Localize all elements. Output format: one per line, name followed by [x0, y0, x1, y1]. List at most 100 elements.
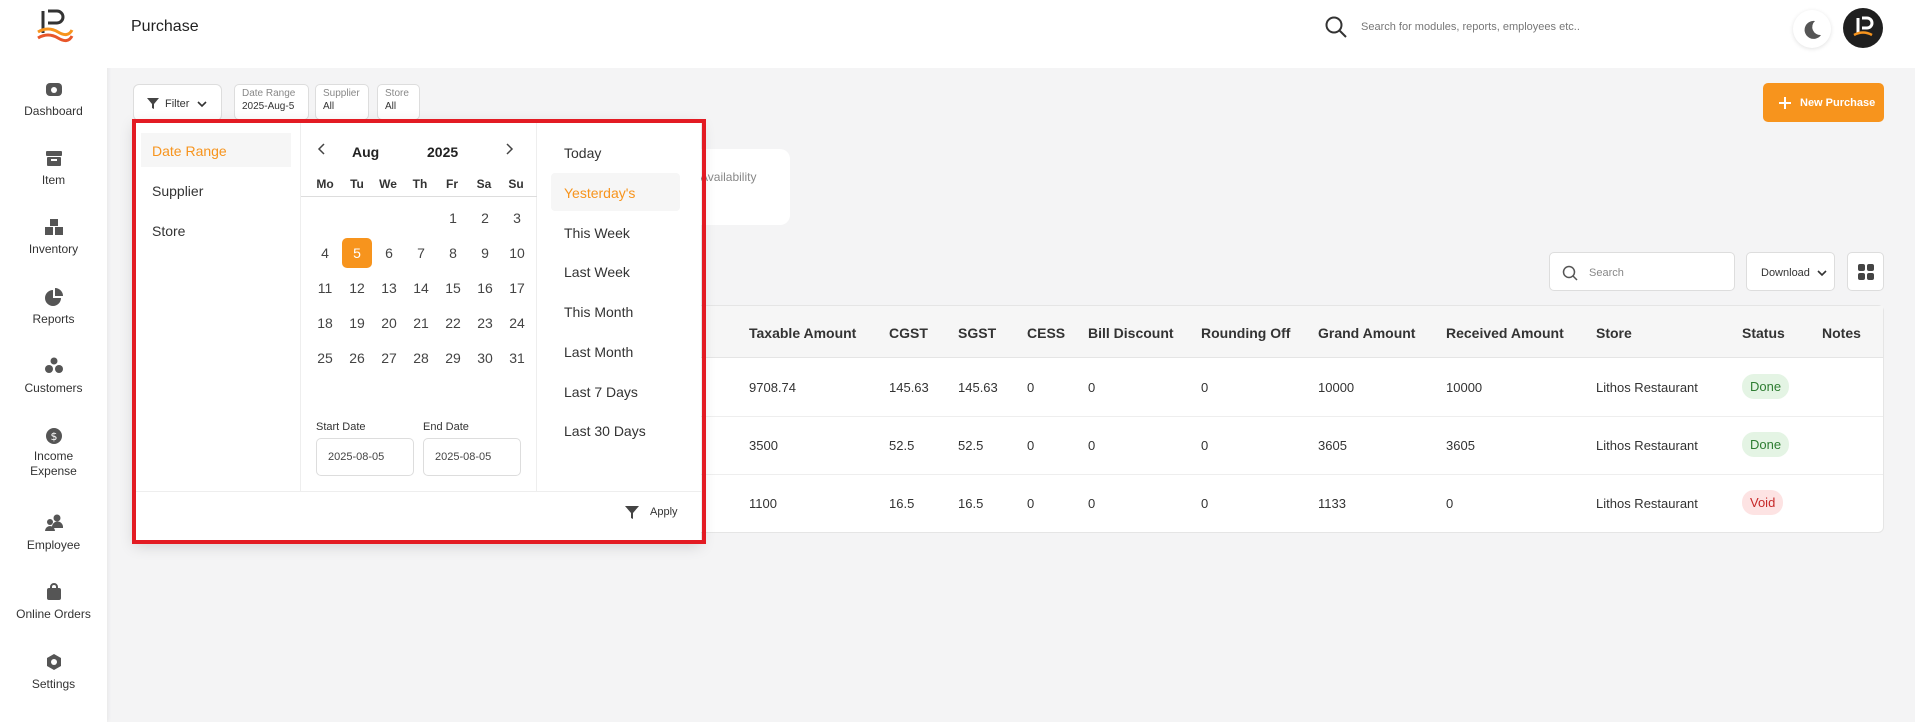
column-header: Notes — [1822, 325, 1861, 341]
preset-item[interactable]: Last Week — [551, 252, 680, 290]
cell-store: Lithos Restaurant — [1596, 438, 1698, 453]
cell-store: Lithos Restaurant — [1596, 496, 1698, 511]
sidebar-item-customers[interactable]: Customers — [0, 357, 107, 397]
cell-received: 10000 — [1446, 380, 1483, 395]
calendar-day[interactable]: 17 — [502, 273, 532, 303]
calendar-day[interactable]: 12 — [342, 273, 372, 303]
calendar-day[interactable]: 22 — [438, 308, 468, 338]
preset-item[interactable]: Today — [551, 133, 680, 171]
preset-item[interactable]: Last 30 Days — [551, 411, 680, 449]
sidebar-item-settings[interactable]: Settings — [0, 653, 107, 693]
cell-store: Lithos Restaurant — [1596, 380, 1698, 395]
category-store[interactable]: Store — [141, 213, 291, 247]
cell-received: 0 — [1446, 496, 1454, 511]
apply-label: Apply — [650, 506, 678, 518]
search-icon[interactable] — [1324, 15, 1348, 39]
preset-item[interactable]: This Week — [551, 213, 680, 251]
end-date-label: End Date — [423, 421, 469, 433]
end-date-input[interactable]: 2025-08-05 — [423, 438, 521, 476]
table-search-input[interactable]: Search — [1549, 252, 1735, 291]
calendar-day[interactable]: 10 — [502, 238, 532, 268]
avatar-logo-icon — [1853, 16, 1874, 37]
chevron-left-icon — [317, 143, 325, 155]
cell-taxable: 3500 — [749, 438, 778, 453]
calendar-day[interactable]: 20 — [374, 308, 404, 338]
chevron-right-icon — [506, 143, 514, 155]
calendar-day[interactable]: 14 — [406, 273, 436, 303]
sidebar-item-income-expense[interactable]: $ Income Expense — [0, 427, 107, 479]
sidebar-item-dashboard[interactable]: Dashboard — [0, 80, 107, 120]
svg-text:$: $ — [50, 430, 57, 443]
calendar-day[interactable]: 30 — [470, 343, 500, 373]
calendar-day[interactable]: 1 — [438, 203, 468, 233]
calendar-day[interactable]: 24 — [502, 308, 532, 338]
preset-item[interactable]: This Month — [551, 292, 680, 330]
calendar-day[interactable]: 31 — [502, 343, 532, 373]
calendar-month[interactable]: Aug — [352, 144, 379, 160]
calendar-day[interactable]: 16 — [470, 273, 500, 303]
sidebar-item-employee[interactable]: Employee — [0, 514, 107, 554]
chip-store[interactable]: Store All — [377, 84, 420, 120]
calendar-day[interactable]: 29 — [438, 343, 468, 373]
gear-icon — [46, 654, 61, 670]
chip-supplier[interactable]: Supplier All — [315, 84, 369, 120]
avatar[interactable] — [1843, 8, 1883, 48]
chip-date-range[interactable]: Date Range 2025-Aug-5 — [234, 84, 309, 120]
grid-icon — [1858, 264, 1874, 280]
global-search-input[interactable]: Search for modules, reports, employees e… — [1361, 21, 1580, 33]
calendar-year[interactable]: 2025 — [427, 144, 458, 160]
calendar-day[interactable]: 6 — [374, 238, 404, 268]
calendar: Aug 2025 Mo Tu We Th Fr Sa Su 1234567891… — [301, 121, 537, 491]
calendar-day[interactable]: 19 — [342, 308, 372, 338]
category-supplier[interactable]: Supplier — [141, 173, 291, 207]
theme-toggle-button[interactable] — [1793, 10, 1831, 48]
start-date-input[interactable]: 2025-08-05 — [316, 438, 414, 476]
calendar-day[interactable]: 9 — [470, 238, 500, 268]
calendar-day[interactable]: 5 — [342, 238, 372, 268]
calendar-day[interactable]: 3 — [502, 203, 532, 233]
grid-view-button[interactable] — [1847, 252, 1884, 291]
weekday-label: Su — [508, 177, 524, 191]
calendar-day[interactable]: 15 — [438, 273, 468, 303]
sidebar-item-online-orders[interactable]: Online Orders — [0, 583, 107, 623]
sidebar-item-inventory[interactable]: Inventory — [0, 218, 107, 258]
chevron-down-icon — [1817, 270, 1827, 277]
column-header: Grand Amount — [1318, 325, 1416, 341]
calendar-day[interactable]: 23 — [470, 308, 500, 338]
table-search-placeholder: Search — [1589, 267, 1624, 279]
preset-item[interactable]: Yesterday's — [551, 173, 680, 211]
cell-grand: 10000 — [1318, 380, 1355, 395]
calendar-day[interactable]: 21 — [406, 308, 436, 338]
calendar-day[interactable]: 25 — [310, 343, 340, 373]
brand-logo — [37, 9, 74, 43]
calendar-day[interactable]: 8 — [438, 238, 468, 268]
category-date-range[interactable]: Date Range — [141, 133, 291, 167]
calendar-day[interactable]: 18 — [310, 308, 340, 338]
calendar-day[interactable]: 11 — [310, 273, 340, 303]
next-month-button[interactable] — [504, 142, 514, 159]
sidebar-item-reports[interactable]: Reports — [0, 288, 107, 328]
filter-button[interactable]: Filter — [133, 84, 222, 121]
cell-bill-discount: 0 — [1088, 438, 1096, 453]
new-purchase-button[interactable]: New Purchase — [1763, 83, 1884, 122]
cell-grand: 1133 — [1318, 496, 1346, 511]
calendar-day[interactable]: 4 — [310, 238, 340, 268]
cell-cgst: 52.5 — [889, 438, 915, 453]
column-header: SGST — [958, 325, 997, 341]
calendar-day[interactable]: 13 — [374, 273, 404, 303]
status-badge: Done — [1742, 432, 1790, 457]
calendar-day[interactable]: 26 — [342, 343, 372, 373]
preset-item[interactable]: Last 7 Days — [551, 372, 680, 410]
prev-month-button[interactable] — [317, 142, 327, 159]
preset-item[interactable]: Last Month — [551, 332, 680, 370]
sidebar-item-item[interactable]: Item — [0, 149, 107, 189]
sidebar-item-label: Dashboard — [24, 104, 83, 118]
weekday-label: We — [379, 177, 397, 191]
calendar-day[interactable]: 7 — [406, 238, 436, 268]
calendar-day[interactable]: 27 — [374, 343, 404, 373]
calendar-day[interactable]: 2 — [470, 203, 500, 233]
availability-label: Availability — [700, 170, 757, 184]
calendar-day[interactable]: 28 — [406, 343, 436, 373]
chip-value: 2025-Aug-5 — [242, 101, 295, 112]
download-button[interactable]: Download — [1746, 252, 1835, 291]
